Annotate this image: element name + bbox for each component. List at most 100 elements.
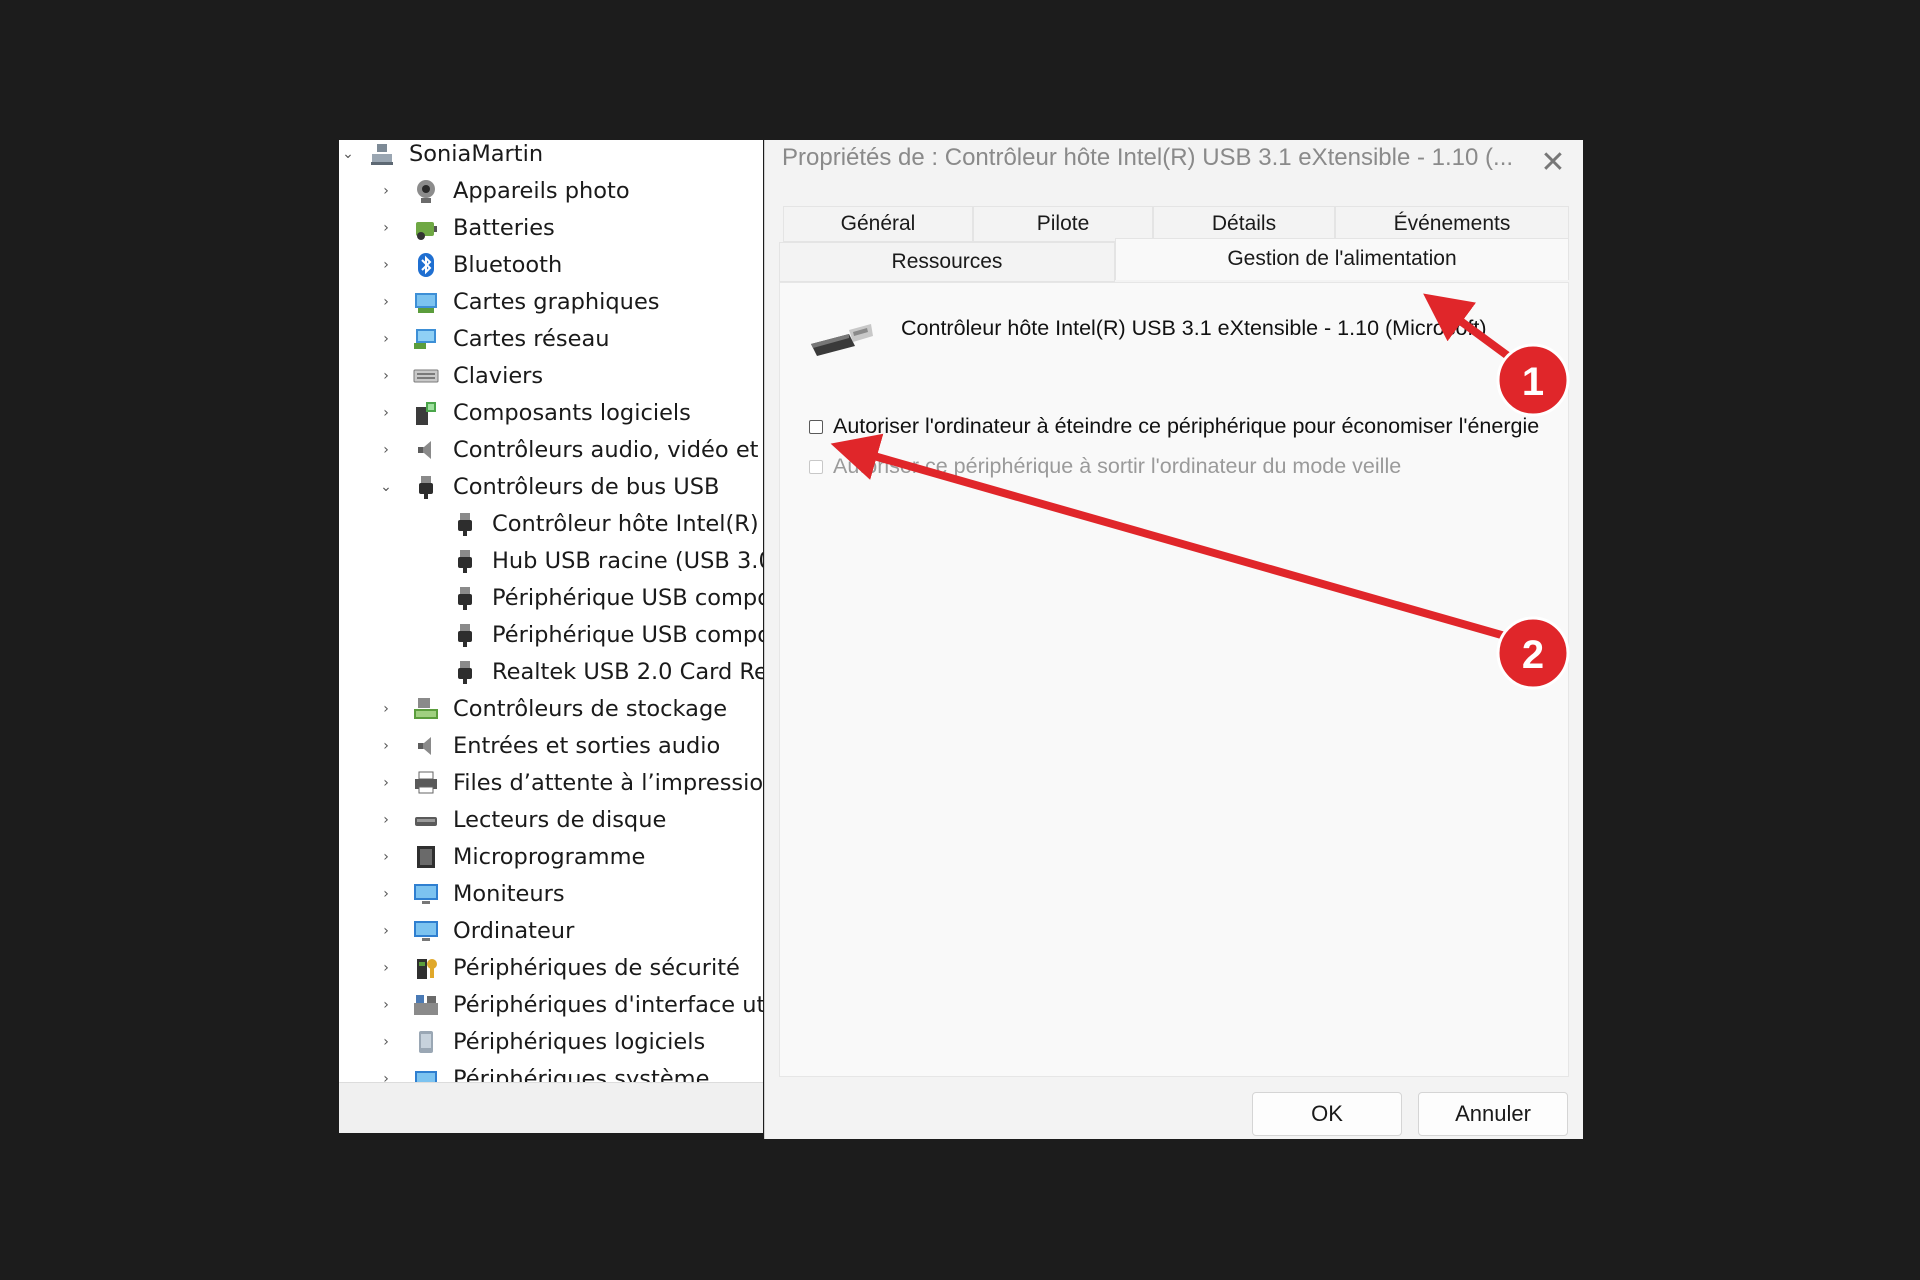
- hid-icon: [411, 990, 441, 1020]
- chevron-right-icon[interactable]: ›: [377, 331, 395, 347]
- tab-label: Ressources: [891, 250, 1003, 273]
- tree-category[interactable]: › Contrôleurs de stockage: [377, 691, 727, 727]
- usb-icon: [450, 583, 480, 613]
- tree-item-label: Claviers: [453, 363, 544, 389]
- tree-category[interactable]: › Périphériques d'interface utili: [377, 987, 763, 1023]
- tree-category[interactable]: › Lecteurs de disque: [377, 802, 666, 838]
- tree-category[interactable]: › Périphériques logiciels: [377, 1024, 705, 1060]
- chevron-down-icon[interactable]: ⌄: [377, 479, 395, 495]
- chevron-right-icon[interactable]: ›: [377, 738, 395, 754]
- chevron-right-icon[interactable]: ›: [377, 1071, 395, 1082]
- tree-category[interactable]: › Contrôleurs audio, vidéo et je: [377, 432, 763, 468]
- chevron-right-icon[interactable]: ›: [377, 812, 395, 828]
- tree-category[interactable]: › Moniteurs: [377, 876, 565, 912]
- tree-root-label: SoniaMartin: [409, 141, 544, 167]
- tree-category[interactable]: › Périphériques système: [377, 1061, 709, 1082]
- chevron-right-icon[interactable]: ›: [377, 849, 395, 865]
- computer-icon: [367, 140, 397, 169]
- printer-icon: [411, 768, 441, 798]
- tab-details[interactable]: Détails: [1153, 206, 1335, 242]
- usb-icon: [450, 509, 480, 539]
- firmware-icon: [411, 842, 441, 872]
- allow-power-off-label: Autoriser l'ordinateur à éteindre ce pér…: [833, 414, 1540, 438]
- tab-label: Pilote: [1036, 212, 1090, 235]
- status-bar: [339, 1082, 763, 1133]
- chevron-right-icon[interactable]: ›: [377, 923, 395, 939]
- chevron-right-icon[interactable]: ›: [377, 960, 395, 976]
- tree-category[interactable]: › Files d’attente à l’impression: [377, 765, 763, 801]
- chevron-right-icon[interactable]: ›: [377, 701, 395, 717]
- network-adapter-icon: [411, 324, 441, 354]
- usb-plug-icon: [809, 316, 873, 356]
- tree-item-label: Realtek USB 2.0 Card Read: [492, 659, 763, 685]
- security-key-icon: [411, 953, 441, 983]
- tree-device[interactable]: Périphérique USB compos: [416, 580, 763, 616]
- tree-category[interactable]: › Périphériques de sécurité: [377, 950, 740, 986]
- tree-category[interactable]: › Bluetooth: [377, 247, 562, 283]
- tab-gestion-alimentation[interactable]: Gestion de l'alimentation: [1115, 238, 1569, 280]
- chevron-down-icon[interactable]: ⌄: [339, 146, 357, 162]
- tree-category[interactable]: › Cartes graphiques: [377, 284, 660, 320]
- chevron-right-icon[interactable]: ›: [377, 294, 395, 310]
- chevron-right-icon[interactable]: ›: [377, 1034, 395, 1050]
- tree-category[interactable]: › Claviers: [377, 358, 543, 394]
- allow-power-off-option[interactable]: Autoriser l'ordinateur à éteindre ce pér…: [809, 414, 1539, 439]
- tree-category[interactable]: › Entrées et sorties audio: [377, 728, 720, 764]
- tree-category[interactable]: › Cartes réseau: [377, 321, 610, 357]
- tab-evenements[interactable]: Événements: [1335, 206, 1569, 242]
- tree-item-label: Bluetooth: [453, 252, 563, 278]
- storage-controller-icon: [411, 694, 441, 724]
- system-device-icon: [411, 1064, 441, 1082]
- tree-item-label: Contrôleurs de stockage: [453, 696, 728, 722]
- tab-pilote[interactable]: Pilote: [973, 206, 1153, 242]
- tree-item-label: Ordinateur: [453, 918, 575, 944]
- tree-item-label: Files d’attente à l’impression: [453, 770, 763, 796]
- tree-category[interactable]: › Ordinateur: [377, 913, 574, 949]
- tree-category[interactable]: › Composants logiciels: [377, 395, 691, 431]
- battery-icon: [411, 213, 441, 243]
- chevron-right-icon[interactable]: ›: [377, 775, 395, 791]
- tree-item-label: Hub USB racine (USB 3.0): [492, 548, 763, 574]
- tree-item-label: Périphérique USB compos: [492, 585, 763, 611]
- chevron-right-icon[interactable]: ›: [377, 368, 395, 384]
- device-manager-panel: ⌄ SoniaMartin › Appareils photo › Batteries…: [339, 140, 763, 1133]
- tree-category[interactable]: ⌄ Contrôleurs de bus USB: [377, 469, 719, 505]
- tree-item-label: Moniteurs: [453, 881, 565, 907]
- tree-device[interactable]: Périphérique USB compos: [416, 617, 763, 653]
- dialog-titlebar[interactable]: Propriétés de : Contrôleur hôte Intel(R)…: [765, 140, 1583, 184]
- ok-button[interactable]: OK: [1252, 1092, 1402, 1136]
- tree-item-label: Périphériques système: [453, 1066, 710, 1082]
- chevron-right-icon[interactable]: ›: [377, 405, 395, 421]
- tree-device[interactable]: Hub USB racine (USB 3.0): [416, 543, 763, 579]
- tree-category[interactable]: › Microprogramme: [377, 839, 645, 875]
- monitor-icon: [411, 879, 441, 909]
- chevron-right-icon[interactable]: ›: [377, 183, 395, 199]
- tab-ressources[interactable]: Ressources: [779, 242, 1115, 282]
- tree-category[interactable]: › Batteries: [377, 210, 555, 246]
- tab-label: Détails: [1211, 212, 1277, 235]
- tree-item-label: Cartes réseau: [453, 326, 610, 352]
- tree-device[interactable]: Contrôleur hôte Intel(R) U: [416, 506, 763, 542]
- camera-icon: [411, 176, 441, 206]
- chevron-right-icon[interactable]: ›: [377, 442, 395, 458]
- tree-category[interactable]: › Appareils photo: [377, 173, 630, 209]
- chevron-right-icon[interactable]: ›: [377, 886, 395, 902]
- power-management-panel: [779, 282, 1569, 1077]
- tab-general[interactable]: Général: [783, 206, 973, 242]
- tree-item-label: Appareils photo: [453, 178, 630, 204]
- cancel-button[interactable]: Annuler: [1418, 1092, 1568, 1136]
- tree-item-label: Périphériques logiciels: [453, 1029, 706, 1055]
- speaker-icon: [411, 435, 441, 465]
- chevron-right-icon[interactable]: ›: [377, 257, 395, 273]
- tree-item-label: Périphériques de sécurité: [453, 955, 740, 981]
- software-component-icon: [411, 398, 441, 428]
- tree-item-label: Cartes graphiques: [453, 289, 660, 315]
- software-device-icon: [411, 1027, 441, 1057]
- tree-item-label: Contrôleur hôte Intel(R) U: [492, 511, 763, 537]
- close-button[interactable]: ✕: [1533, 144, 1573, 180]
- chevron-right-icon[interactable]: ›: [377, 997, 395, 1013]
- tree-device[interactable]: Realtek USB 2.0 Card Read: [416, 654, 763, 690]
- tree-root[interactable]: ⌄ SoniaMartin: [339, 140, 543, 172]
- allow-power-off-checkbox[interactable]: [809, 419, 823, 434]
- chevron-right-icon[interactable]: ›: [377, 220, 395, 236]
